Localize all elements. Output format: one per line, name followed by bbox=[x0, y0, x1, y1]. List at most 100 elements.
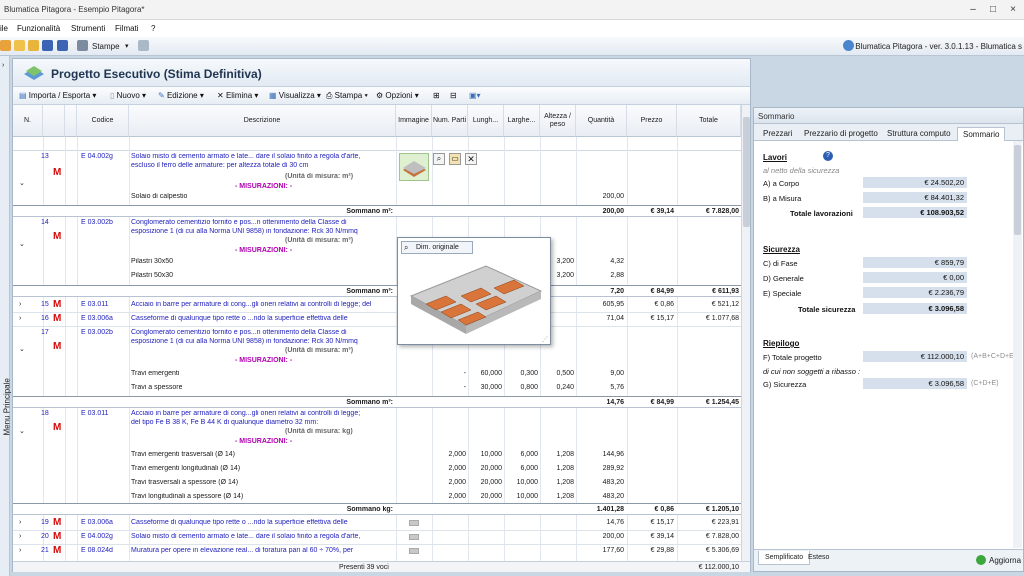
measure-width: 10,000 bbox=[516, 493, 538, 500]
window-title: Blumatica Pitagora - Esempio Pitagora* bbox=[4, 5, 145, 14]
stampe-button[interactable]: Stampe bbox=[92, 42, 120, 51]
summary-scrollbar[interactable] bbox=[1013, 141, 1022, 548]
folder-icon[interactable]: ▭ bbox=[449, 153, 461, 165]
measure-width: 6,000 bbox=[520, 465, 538, 472]
riepilogo-title: Riepilogo bbox=[763, 339, 800, 348]
expand-row-icon[interactable]: ⌄ bbox=[19, 427, 25, 435]
save-all-icon[interactable] bbox=[57, 40, 68, 51]
help-icon[interactable]: ? bbox=[823, 151, 833, 161]
collapse-all-icon[interactable]: ⊟ bbox=[450, 91, 457, 100]
edizione-button[interactable]: ✎ Edizione ▾ bbox=[158, 91, 204, 100]
tab-sommario[interactable]: Sommario bbox=[957, 127, 1006, 141]
expand-row-icon[interactable]: › bbox=[19, 547, 21, 554]
new-icon[interactable] bbox=[14, 40, 25, 51]
column-header-n[interactable]: N. bbox=[13, 105, 43, 137]
row-number: 14 bbox=[41, 219, 49, 226]
delete-image-icon[interactable]: ✕ bbox=[465, 153, 477, 165]
elimina-button[interactable]: ✕ Elimina ▾ bbox=[217, 91, 258, 100]
home-icon[interactable] bbox=[0, 40, 11, 51]
tab-struttura-computo[interactable]: Struttura computo bbox=[882, 127, 956, 141]
image-placeholder-icon[interactable] bbox=[409, 520, 419, 526]
column-header-prezzo[interactable]: Prezzo bbox=[627, 105, 677, 137]
expand-row-icon[interactable]: ⌄ bbox=[19, 345, 25, 353]
print-icon[interactable] bbox=[77, 40, 88, 51]
tab-esteso[interactable]: Esteso bbox=[802, 551, 835, 564]
expand-row-icon[interactable]: › bbox=[19, 301, 21, 308]
chevron-right-icon[interactable]: › bbox=[2, 62, 4, 69]
maximize-button[interactable]: □ bbox=[986, 3, 1000, 17]
measure-description: Travi longitudinali a spessore (Ø 14) bbox=[131, 493, 244, 500]
totale-progetto-value: € 112.000,10 bbox=[863, 351, 967, 362]
tab-prezzario-di-progetto[interactable]: Prezzario di progetto bbox=[799, 127, 883, 141]
row-total: € 521,12 bbox=[711, 301, 739, 308]
column-header-immagine[interactable]: Immagine bbox=[396, 105, 432, 137]
column-header-num-parti[interactable]: Num. Parti bbox=[432, 105, 468, 137]
dim-originale-button[interactable]: Dim. originale bbox=[401, 241, 473, 254]
column-header-m[interactable] bbox=[43, 105, 65, 137]
row-description: Acciaio in barre per armature di cong...… bbox=[131, 410, 361, 417]
aggiorna-button[interactable]: Aggiorna bbox=[989, 556, 1021, 565]
marker-m: M bbox=[53, 545, 62, 556]
image-preview-popup: Dim. originale ⌕ ⋰ bbox=[397, 237, 551, 345]
refresh-icon[interactable] bbox=[976, 555, 986, 565]
save-icon[interactable] bbox=[42, 40, 53, 51]
column-header-codice[interactable]: Codice bbox=[77, 105, 129, 137]
expand-row-icon[interactable]: › bbox=[19, 519, 21, 526]
column-header-lunghezza[interactable]: Lungh... bbox=[468, 105, 504, 137]
sum-total: € 1.205,10 bbox=[705, 506, 739, 513]
a-corpo-value: € 24.502,20 bbox=[863, 177, 967, 188]
expand-all-icon[interactable]: ⊞ bbox=[433, 91, 440, 100]
menu-help[interactable]: ? bbox=[151, 24, 155, 33]
marker-m: M bbox=[53, 422, 62, 433]
menu-principale-label[interactable]: Menu Principale bbox=[3, 346, 12, 435]
visualizza-button[interactable]: ▦ Visualizza ▾ bbox=[269, 91, 321, 100]
column-header-quantita[interactable]: Quantità bbox=[576, 105, 627, 137]
page-title: Progetto Esecutivo (Stima Definitiva) bbox=[51, 67, 262, 81]
stampa-button[interactable]: ⎙ Stampa ▾ bbox=[326, 91, 368, 101]
resize-grip-icon[interactable]: ⋰ bbox=[542, 336, 548, 343]
measure-quantity: 483,20 bbox=[602, 493, 624, 500]
row-total: € 223,91 bbox=[711, 519, 739, 526]
menu-funzionalita[interactable]: Funzionalità bbox=[17, 24, 60, 33]
open-folder-icon[interactable] bbox=[28, 40, 39, 51]
speciale-value: € 2.236,79 bbox=[863, 287, 967, 298]
filter-row[interactable] bbox=[13, 137, 741, 151]
left-menu-strip[interactable]: › Menu Principale bbox=[0, 56, 12, 576]
menu-file[interactable]: ile bbox=[0, 24, 8, 33]
zoom-icon[interactable]: ⌕ bbox=[433, 153, 445, 165]
menu-strumenti[interactable]: Strumenti bbox=[71, 24, 105, 33]
column-header-descrizione[interactable]: Descrizione bbox=[129, 105, 396, 137]
marker-m: M bbox=[53, 531, 62, 542]
expand-row-icon[interactable]: ⌄ bbox=[19, 240, 25, 248]
measure-width: 10,000 bbox=[516, 479, 538, 486]
measure-quantity: 4,32 bbox=[610, 258, 624, 265]
image-placeholder-icon[interactable] bbox=[409, 548, 419, 554]
grid-scrollbar[interactable] bbox=[741, 105, 750, 561]
opzioni-button[interactable]: ⚙ Opzioni ▾ bbox=[376, 91, 419, 100]
image-placeholder-icon[interactable] bbox=[409, 534, 419, 540]
copy-icon[interactable] bbox=[138, 40, 149, 51]
tab-prezzari[interactable]: Prezzari bbox=[758, 127, 797, 141]
measure-height: 0,240 bbox=[556, 384, 574, 391]
column-header-larghezza[interactable]: Larghe... bbox=[504, 105, 540, 137]
expand-row-icon[interactable]: ⌄ bbox=[19, 179, 25, 187]
layout-icon[interactable]: ▣▾ bbox=[469, 91, 481, 100]
importa-esporta-button[interactable]: ▤ Importa / Esporta ▾ bbox=[19, 91, 96, 100]
nuovo-button[interactable]: ▯ Nuovo ▾ bbox=[110, 91, 146, 100]
expand-row-icon[interactable]: › bbox=[19, 315, 21, 322]
row-number: 20 bbox=[41, 533, 49, 540]
main-panel: Progetto Esecutivo (Stima Definitiva) ▤ … bbox=[12, 58, 751, 572]
column-header-totale[interactable]: Totale bbox=[677, 105, 741, 137]
row-description: del tipo Fe B 38 K, Fe B 44 K di qualunq… bbox=[131, 419, 319, 426]
row-image-thumbnail[interactable] bbox=[399, 153, 429, 181]
column-header-flag[interactable] bbox=[65, 105, 77, 137]
close-window-button[interactable]: × bbox=[1006, 3, 1020, 17]
measure-description: Travi emergenti bbox=[131, 370, 180, 377]
expand-row-icon[interactable]: › bbox=[19, 533, 21, 540]
row-quantity: 177,60 bbox=[602, 547, 624, 554]
main-toolbar: Stampe ▾ Blumatica Pitagora - ver. 3.0.1… bbox=[0, 37, 1024, 56]
row-quantity: 605,95 bbox=[602, 301, 624, 308]
minimize-button[interactable]: – bbox=[966, 3, 980, 17]
menu-filmati[interactable]: Filmati bbox=[115, 24, 139, 33]
column-header-altezza[interactable]: Altezza / peso bbox=[540, 105, 576, 137]
